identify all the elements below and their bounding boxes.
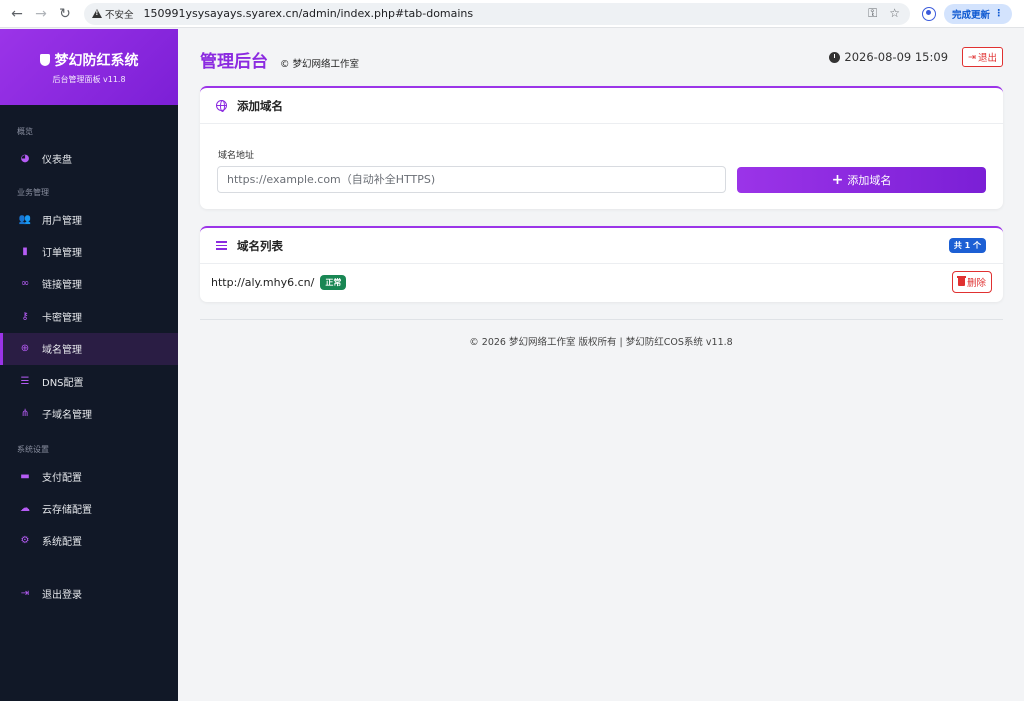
domain-input[interactable] xyxy=(217,166,726,193)
page-subtitle: © 梦幻网络工作室 xyxy=(280,59,360,70)
sidebar-item-globe[interactable]: ⊕ 域名管理 xyxy=(0,332,178,365)
sidebar-item-label: 订单管理 xyxy=(42,247,82,259)
sidebar-item-sitemap[interactable]: ⋔ 子域名管理 xyxy=(0,397,178,429)
sidebar-item-label: 支付配置 xyxy=(42,472,82,484)
sign-out-icon: ⇥ xyxy=(968,51,976,63)
brand-subtitle: 后台管理面板 v11.8 xyxy=(52,74,126,84)
bookmark-star-icon[interactable]: ☆ xyxy=(889,6,900,21)
plus-icon: + xyxy=(831,172,844,188)
sidebar-item-label: 子域名管理 xyxy=(42,409,92,421)
sidebar-item-label: 仪表盘 xyxy=(42,154,72,166)
link-icon: ∞ xyxy=(20,278,30,290)
brand-header: 梦幻防红系统 后台管理面板 v11.8 xyxy=(0,29,178,105)
back-icon[interactable]: ← xyxy=(6,3,28,25)
list-icon xyxy=(216,241,227,250)
sidebar-item-logout[interactable]: ⇥ 退出登录 xyxy=(0,577,178,609)
clock-icon xyxy=(829,51,841,63)
domain-list-card: 域名列表 共 1 个 http://aly.mhy6.cn/ 正常 删除 xyxy=(200,226,1003,302)
sidebar-item-key[interactable]: ⚷ 卡密管理 xyxy=(0,300,178,332)
logout-label: 退出 xyxy=(977,53,997,64)
status-badge: 正常 xyxy=(320,274,347,290)
add-domain-button[interactable]: + 添加域名 xyxy=(737,167,986,193)
browser-toolbar: ← → ↻ 不安全 150991ysysayays.syarex.cn/admi… xyxy=(0,0,1024,28)
sign-out-icon: ⇥ xyxy=(20,587,30,599)
insecure-label: 不安全 xyxy=(105,9,134,21)
add-domain-card: 添加域名 域名地址 + 添加域名 xyxy=(200,86,1003,209)
sidebar-item-server[interactable]: ☰ DNS配置 xyxy=(0,365,178,397)
main-content: 管理后台 © 梦幻网络工作室 2026-08-09 15:09 ⇥ 退出 添加域… xyxy=(178,29,1024,701)
sidebar-item-label: DNS配置 xyxy=(42,377,84,389)
update-button[interactable]: 完成更新 ⋮ xyxy=(944,3,1012,24)
domain-url: http://aly.mhy6.cn/ xyxy=(211,275,315,289)
sidebar-item-label: 卡密管理 xyxy=(42,312,82,324)
shield-icon xyxy=(39,53,50,66)
footer-divider xyxy=(200,319,1003,320)
globe-icon: ⊕ xyxy=(20,343,30,355)
add-domain-button-label: 添加域名 xyxy=(847,174,892,187)
nav-section-label: 系统设置 xyxy=(17,445,49,454)
sidebar-item-label: 域名管理 xyxy=(42,345,82,357)
sidebar-item-label: 云存储配置 xyxy=(42,504,92,516)
dashboard-icon: ◕ xyxy=(20,152,30,164)
more-menu-icon: ⋮ xyxy=(994,8,1004,19)
sidebar-item-dashboard[interactable]: ◕ 仪表盘 xyxy=(0,142,178,174)
sidebar-item-label: 用户管理 xyxy=(42,215,82,227)
sidebar: 梦幻防红系统 后台管理面板 v11.8 概览 ◕ 仪表盘业务管理 👥 用户管理 ▮ 订单管理… xyxy=(0,29,178,701)
server-icon: ☰ xyxy=(20,375,30,387)
cogs-icon: ⚙ xyxy=(20,535,30,547)
profile-icon[interactable] xyxy=(922,6,936,21)
sidebar-item-users[interactable]: 👥 用户管理 xyxy=(0,203,178,235)
brand-title: 梦幻防红系统 xyxy=(54,52,139,69)
sitemap-icon: ⋔ xyxy=(20,407,30,419)
sidebar-item-label: 系统配置 xyxy=(42,537,82,549)
delete-button[interactable]: 删除 xyxy=(951,271,992,293)
reload-icon[interactable]: ↻ xyxy=(54,3,76,25)
sidebar-item-cloud[interactable]: ☁ 云存储配置 xyxy=(0,492,178,524)
logout-button[interactable]: ⇥ 退出 xyxy=(962,47,1003,67)
key-icon: ⚷ xyxy=(21,310,29,322)
address-bar[interactable]: 不安全 150991ysysayays.syarex.cn/admin/inde… xyxy=(84,2,910,25)
table-row: http://aly.mhy6.cn/ 正常 删除 xyxy=(200,264,1003,300)
warning-icon xyxy=(92,9,102,18)
credit-card-icon: ▬ xyxy=(20,470,30,482)
forward-icon[interactable]: → xyxy=(30,3,52,25)
datetime-display: 2026-08-09 15:09 xyxy=(829,50,948,64)
users-icon: 👥 xyxy=(18,213,32,225)
domain-list-title: 域名列表 xyxy=(237,238,283,253)
order-icon: ▮ xyxy=(22,245,28,257)
url-text[interactable]: 150991ysysayays.syarex.cn/admin/index.ph… xyxy=(144,7,474,20)
page-title: 管理后台 xyxy=(200,52,268,72)
password-key-icon[interactable]: ⚿ xyxy=(868,6,877,21)
security-indicator[interactable]: 不安全 xyxy=(92,7,140,21)
globe-icon xyxy=(216,100,227,112)
sidebar-item-label: 退出登录 xyxy=(42,589,82,601)
sidebar-item-cogs[interactable]: ⚙ 系统配置 xyxy=(0,525,178,557)
datetime-text: 2026-08-09 15:09 xyxy=(844,50,949,64)
update-label: 完成更新 xyxy=(952,9,991,21)
domain-field-label: 域名地址 xyxy=(218,151,255,161)
count-badge: 共 1 个 xyxy=(948,238,986,253)
delete-label: 删除 xyxy=(966,278,986,289)
sidebar-item-credit-card[interactable]: ▬ 支付配置 xyxy=(0,460,178,492)
footer: © 2026 梦幻网络工作室 版权所有 | 梦幻防红COS系统 v11.8 xyxy=(469,337,733,348)
sidebar-item-order[interactable]: ▮ 订单管理 xyxy=(0,235,178,267)
add-domain-title: 添加域名 xyxy=(237,98,283,113)
page-header: 管理后台 © 梦幻网络工作室 xyxy=(200,47,359,72)
nav-section-label: 概览 xyxy=(17,127,33,136)
sidebar-item-label: 链接管理 xyxy=(42,280,82,292)
nav-section-label: 业务管理 xyxy=(17,188,49,197)
sidebar-item-link[interactable]: ∞ 链接管理 xyxy=(0,268,178,300)
cloud-icon: ☁ xyxy=(20,502,30,514)
trash-icon xyxy=(956,276,966,286)
